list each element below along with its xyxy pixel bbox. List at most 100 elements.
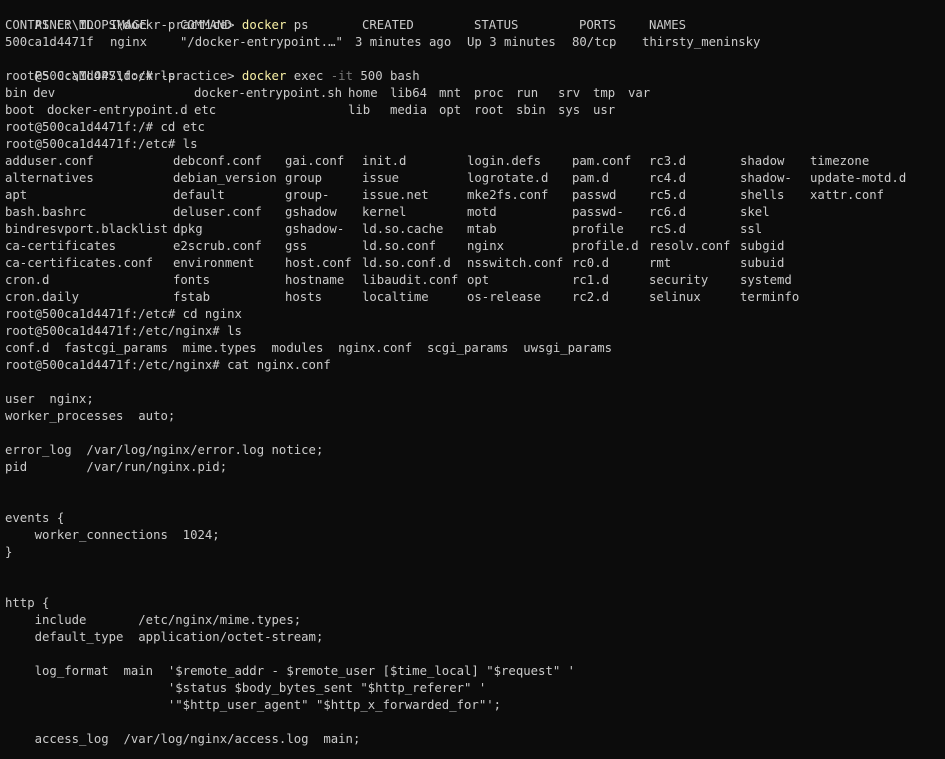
terminal-window[interactable]: PS C:\MLOPS\dockr-practice> docker ps CO… [0, 0, 945, 759]
list-item: rc2.d [572, 290, 610, 304]
ps-header-status: STATUS [474, 18, 519, 32]
command-args: 500 bash [352, 69, 420, 83]
command-args: ps [286, 18, 309, 32]
list-item: gai.conf [285, 154, 345, 168]
list-item: shadow [740, 154, 785, 168]
list-item: cron.d [5, 273, 50, 287]
etc-ls-row: bindresvport.blacklist dpkg gshadow- ld.… [5, 221, 762, 238]
list-item: rc1.d [572, 273, 610, 287]
list-item: selinux [649, 290, 701, 304]
list-item: host.conf [285, 256, 352, 270]
list-item: ssl [740, 222, 763, 236]
etc-ls-row: ca-certificates.conf environment host.co… [5, 255, 784, 272]
list-item: timezone [810, 154, 870, 168]
list-item: skel [740, 205, 770, 219]
list-item: terminfo [740, 290, 800, 304]
conf-line: worker_processes auto; [5, 409, 176, 423]
list-item: root [474, 103, 504, 117]
list-item: rmt [649, 256, 672, 270]
conf-line: error_log /var/log/nginx/error.log notic… [5, 443, 324, 457]
etc-ls-row: cron.d fonts hostname libaudit.conf opt … [5, 272, 792, 289]
list-item: group [285, 171, 323, 185]
list-item: srv [558, 86, 581, 100]
list-item: motd [467, 205, 497, 219]
list-item: ca-certificates [5, 239, 117, 253]
list-item: run [516, 86, 539, 100]
command-flag: -it [330, 69, 353, 83]
list-item: apt [5, 188, 28, 202]
list-item: issue [362, 171, 400, 185]
list-item: shells [740, 188, 785, 202]
list-item: passwd- [572, 205, 624, 219]
conf-line: events { [5, 511, 65, 525]
conf-line: } [5, 545, 13, 559]
list-item: cron.daily [5, 290, 80, 304]
ps-cell-container-id: 500ca1d4471f [5, 35, 94, 49]
ps-table-row: 500ca1d4471f nginx "/docker-entrypoint.…… [5, 34, 760, 51]
list-item: localtime [362, 290, 429, 304]
ps-cell-ports: 80/tcp [572, 35, 617, 49]
nginx-ls-command: root@500ca1d4471f:/etc/nginx# ls [5, 324, 242, 338]
list-item: environment [173, 256, 255, 270]
ps-prompt-line: PS C:\MLOPS\dockr-practice> docker ps [5, 0, 309, 32]
etc-ls-command: root@500ca1d4471f:/etc# ls [5, 137, 198, 151]
ps-cell-created: 3 minutes ago [355, 35, 452, 49]
ps-header-created: CREATED [362, 18, 414, 32]
conf-line: access_log /var/log/nginx/access.log mai… [5, 732, 361, 746]
ps-header-container-id: CONTAINER ID [5, 18, 94, 32]
list-item: passwd [572, 188, 617, 202]
list-item: rc5.d [649, 188, 687, 202]
list-item: tmp [593, 86, 616, 100]
list-item: libaudit.conf [362, 273, 459, 287]
root-ls-row: boot docker-entrypoint.d etc lib media o… [5, 102, 615, 119]
list-item: hostname [285, 273, 345, 287]
list-item: rc4.d [649, 171, 687, 185]
list-item: debconf.conf [173, 154, 262, 168]
conf-line: include /etc/nginx/mime.types; [5, 613, 302, 627]
list-item: login.defs [467, 154, 542, 168]
docker-command: docker [241, 18, 287, 32]
etc-ls-row: apt default group- issue.net mke2fs.conf… [5, 187, 884, 204]
list-item: group- [285, 188, 330, 202]
list-item: logrotate.d [467, 171, 549, 185]
conf-line: log_format main '$remote_addr - $remote_… [5, 664, 576, 678]
list-item: pam.d [572, 171, 610, 185]
list-item: security [649, 273, 709, 287]
list-item: subgid [740, 239, 785, 253]
list-item: ld.so.cache [362, 222, 444, 236]
etc-ls-row: cron.daily fstab hosts localtime os-rele… [5, 289, 799, 306]
conf-line: http { [5, 596, 50, 610]
conf-line: '"$http_user_agent" "$http_x_forwarded_f… [5, 698, 502, 712]
conf-line: user nginx; [5, 392, 94, 406]
list-item: opt [439, 103, 462, 117]
list-item: media [390, 103, 428, 117]
list-item: profile [572, 222, 624, 236]
list-item: ld.so.conf.d [362, 256, 451, 270]
list-item: issue.net [362, 188, 429, 202]
list-item: docker-entrypoint.sh [194, 86, 343, 100]
list-item: lib [348, 103, 371, 117]
etc-ls-row: alternatives debian_version group issue … [5, 170, 906, 187]
list-item: rc0.d [572, 256, 610, 270]
list-item: alternatives [5, 171, 94, 185]
ps-cell-names: thirsty_meninsky [642, 35, 761, 49]
root-ls-command: root@500ca1d4471f:/# ls [5, 69, 176, 83]
docker-command: docker [241, 69, 287, 83]
list-item: ld.so.conf [362, 239, 437, 253]
list-item: var [628, 86, 651, 100]
nginx-ls-output: conf.d fastcgi_params mime.types modules… [5, 341, 613, 355]
list-item: boot [5, 103, 35, 117]
list-item: fstab [173, 290, 211, 304]
list-item: bindresvport.blacklist [5, 222, 168, 236]
list-item: docker-entrypoint.d [47, 103, 188, 117]
list-item: xattr.conf [810, 188, 885, 202]
list-item: default [173, 188, 225, 202]
list-item: opt [467, 273, 490, 287]
conf-line: default_type application/octet-stream; [5, 630, 324, 644]
ps-cell-status: Up 3 minutes [467, 35, 556, 49]
list-item: deluser.conf [173, 205, 262, 219]
list-item: bin [5, 86, 28, 100]
list-item: etc [194, 103, 217, 117]
list-item: gshadow- [285, 222, 345, 236]
ps-cell-command: "/docker-entrypoint.…" [180, 35, 343, 49]
